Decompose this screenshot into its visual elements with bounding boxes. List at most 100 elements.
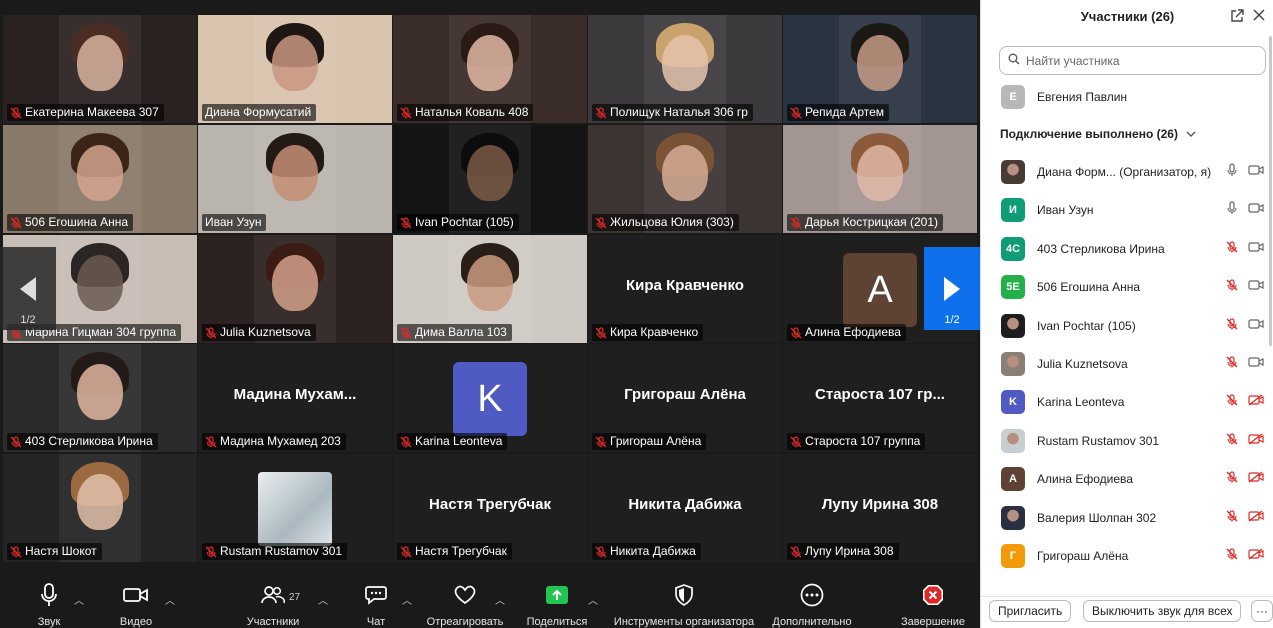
participant-search[interactable] — [999, 46, 1266, 75]
participant-row[interactable]: Диана Форм... (Организатор, я) — [1001, 159, 1266, 185]
more-button[interactable]: Дополнительно — [768, 582, 856, 628]
video-tile[interactable]: Иван Узун — [198, 125, 392, 233]
video-tile[interactable]: Настя Шокот — [3, 454, 197, 562]
page-indicator-left: 1/2 — [20, 314, 36, 326]
video-tile[interactable]: Григораш Алёна Григораш Алёна — [588, 344, 782, 452]
chat-options-caret[interactable]: ︿ — [402, 592, 412, 607]
video-tile[interactable]: Дима Валла 103 — [393, 235, 587, 343]
participant-row[interactable]: Валерия Шолпан 302 — [1001, 505, 1266, 531]
waiting-participant[interactable]: Е Евгения Павлин — [1001, 84, 1266, 110]
close-icon[interactable] — [1252, 8, 1266, 27]
video-tile[interactable]: 506 Егошина Анна — [3, 125, 197, 233]
video-options-caret[interactable]: ︿ — [165, 592, 175, 607]
popout-icon[interactable] — [1230, 9, 1244, 28]
video-tile[interactable]: Жильцова Юлия (303) — [588, 125, 782, 233]
share-options-caret[interactable]: ︿ — [588, 592, 598, 607]
camera-icon[interactable] — [1248, 201, 1264, 219]
video-tile[interactable]: Никита Дабижа Никита Дабижа — [588, 454, 782, 562]
participants-options-caret[interactable]: ︿ — [318, 592, 328, 607]
name-tag: Староста 107 группа — [787, 433, 926, 450]
video-tile[interactable]: Кира Кравченко Кира Кравченко — [588, 235, 782, 343]
mic-muted-icon[interactable] — [1226, 240, 1238, 258]
participant-row[interactable]: 5Е 506 Егошина Анна — [1001, 274, 1266, 300]
video-tile[interactable]: Репида Артем — [783, 15, 977, 123]
participant-name: Екатерина Макеева 307 — [25, 105, 159, 119]
mic-muted-icon[interactable] — [1226, 317, 1238, 335]
camera-icon[interactable] — [1248, 278, 1264, 296]
video-tile[interactable]: Полищук Наталья 306 гр — [588, 15, 782, 123]
host-tools-button[interactable]: Инструменты организатора — [610, 582, 758, 628]
participant-row[interactable]: Г Григораш Алёна — [1001, 543, 1266, 569]
video-tile[interactable]: Наталья Коваль 408 — [393, 15, 587, 123]
mute-all-button[interactable]: Выключить звук для всех — [1083, 600, 1242, 622]
video-tile[interactable]: Екатерина Макеева 307 — [3, 15, 197, 123]
audio-button[interactable]: Звук — [30, 582, 68, 628]
video-tile[interactable]: Настя Трегубчак Настя Трегубчак — [393, 454, 587, 562]
search-input[interactable] — [1026, 53, 1246, 68]
end-meeting-button[interactable]: Завершение — [898, 582, 968, 628]
video-tile[interactable]: Rustam Rustamov 301 — [198, 454, 392, 562]
name-tag: Наталья Коваль 408 — [397, 104, 534, 121]
name-tag: Лупу Ирина 308 — [787, 543, 899, 560]
camera-icon[interactable] — [1248, 240, 1264, 258]
camera-off-icon[interactable] — [1248, 432, 1264, 450]
zoom-meeting-window: Екатерина Макеева 307 Диана Формусатий Нат… — [0, 0, 1273, 628]
chat-button[interactable]: Чат — [362, 582, 390, 628]
participant-row[interactable]: И Иван Узун — [1001, 197, 1266, 223]
video-button[interactable]: Видео — [116, 582, 156, 628]
mic-muted-icon — [400, 435, 412, 448]
next-page-button[interactable]: 1/2 — [924, 247, 980, 330]
video-tile[interactable]: Лупу Ирина 308 Лупу Ирина 308 — [783, 454, 977, 562]
more-options-button[interactable]: ··· — [1251, 600, 1273, 622]
video-tile[interactable]: Ivan Pochtar (105) — [393, 125, 587, 233]
name-tag: Жильцова Юлия (303) — [592, 214, 739, 231]
microphone-icon[interactable] — [1226, 201, 1238, 220]
participant-row[interactable]: A Алина Ефодиева — [1001, 466, 1266, 492]
camera-off-icon[interactable] — [1248, 547, 1264, 565]
participant-row[interactable]: Ivan Pochtar (105) — [1001, 313, 1266, 339]
share-screen-button[interactable]: Поделиться — [522, 582, 592, 628]
previous-page-button[interactable]: 1/2 — [0, 247, 56, 330]
microphone-icon[interactable] — [1226, 162, 1238, 182]
participant-name: Репида Артем — [805, 105, 885, 119]
mic-muted-icon[interactable] — [1226, 432, 1238, 450]
participant-name: Евгения Павлин — [1037, 90, 1128, 104]
tile-display-name: Мадина Мухам... — [233, 386, 357, 403]
camera-off-icon[interactable] — [1248, 509, 1264, 527]
video-tile[interactable]: Дарья Кострицкая (201) — [783, 125, 977, 233]
participant-name: Rustam Rustamov 301 — [220, 544, 343, 558]
participant-row[interactable]: K Karina Leonteva — [1001, 389, 1266, 415]
video-tile[interactable]: Диана Формусатий — [198, 15, 392, 123]
video-tile[interactable]: Мадина Мухам... Мадина Мухамед 203 — [198, 344, 392, 452]
video-tile[interactable]: K Karina Leonteva — [393, 344, 587, 452]
video-tile[interactable]: Староста 107 гр... Староста 107 группа — [783, 344, 977, 452]
camera-icon[interactable] — [1248, 355, 1264, 373]
participant-row[interactable]: 4С 403 Стерликова Ирина — [1001, 236, 1266, 262]
mic-muted-icon — [595, 435, 607, 448]
mic-muted-icon[interactable] — [1226, 509, 1238, 527]
audio-options-caret[interactable]: ︿ — [74, 592, 84, 607]
connected-section-header[interactable]: Подключение выполнено (26) — [1000, 127, 1196, 141]
react-options-caret[interactable]: ︿ — [495, 592, 505, 607]
participant-row[interactable]: Julia Kuznetsova — [1001, 351, 1266, 377]
participants-button[interactable]: Участники — [245, 582, 301, 628]
mic-muted-icon — [595, 545, 607, 558]
participant-name: Алина Ефодиева — [1037, 472, 1133, 487]
participant-row[interactable]: Rustam Rustamov 301 — [1001, 428, 1266, 454]
invite-button[interactable]: Пригласить — [989, 600, 1072, 622]
mic-muted-icon[interactable] — [1226, 547, 1238, 565]
participant-name: Дарья Кострицкая (201) — [805, 215, 939, 229]
mic-muted-icon[interactable] — [1226, 470, 1238, 488]
camera-off-icon[interactable] — [1248, 470, 1264, 488]
react-button[interactable]: Отреагировать — [424, 582, 506, 628]
mic-muted-icon[interactable] — [1226, 393, 1238, 411]
mic-muted-icon[interactable] — [1226, 355, 1238, 373]
camera-icon[interactable] — [1248, 163, 1264, 181]
video-tile[interactable]: Julia Kuznetsova — [198, 235, 392, 343]
scrollbar[interactable] — [1269, 36, 1272, 346]
video-tile[interactable]: 403 Стерликова Ирина — [3, 344, 197, 452]
name-tag: Julia Kuznetsova — [202, 324, 316, 341]
mic-muted-icon[interactable] — [1226, 278, 1238, 296]
camera-icon[interactable] — [1248, 317, 1264, 335]
camera-off-icon[interactable] — [1248, 393, 1264, 411]
